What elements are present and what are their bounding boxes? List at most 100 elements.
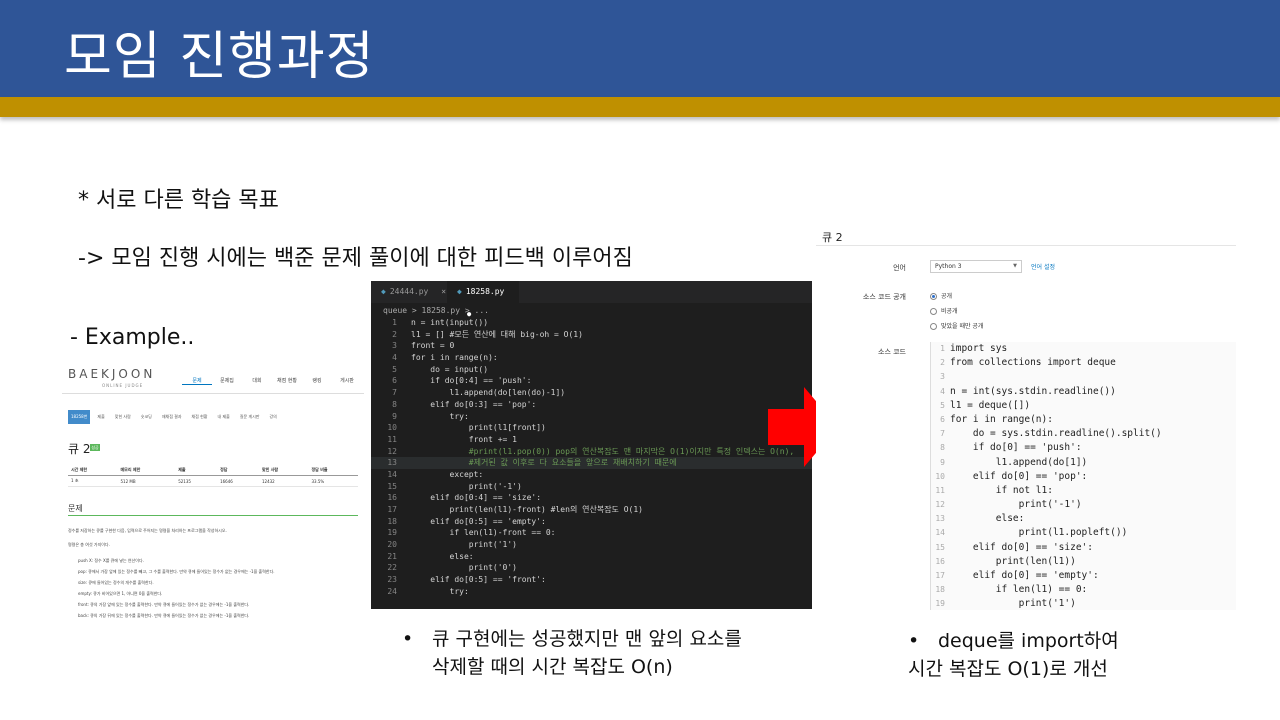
code-line[interactable]: 5 l1 = deque([]) [931,399,1236,413]
table-header: 제출 [175,465,218,476]
code-line[interactable]: 9 try: [371,411,812,423]
code-line[interactable]: 10 print(l1[front]) [371,422,812,434]
nav-item-workbook[interactable]: 문제집 [212,377,242,385]
code-line[interactable]: 18 elif do[0:5] == 'empty': [371,516,812,528]
tab-lecture[interactable]: 강의 [266,410,279,424]
code-line[interactable]: 17 elif do[0] == 'empty': [931,569,1236,583]
code-text: else: [950,513,1025,525]
code-line[interactable]: 11 front += 1 [371,434,812,446]
code-line[interactable]: 9 l1.append(do[1]) [931,456,1236,470]
nav-item-problems[interactable]: 문제 [182,377,212,385]
code-line[interactable]: 11 if not l1: [931,484,1236,498]
code-text: n = int(sys.stdin.readline()) [950,385,1116,397]
code-line[interactable]: 10 elif do[0] == 'pop': [931,470,1236,484]
code-line[interactable]: 6 for i in range(n): [931,413,1236,427]
visibility-public-radio[interactable]: 공개 [930,291,952,300]
code-line[interactable]: 1 import sys [931,342,1236,356]
code-line[interactable]: 16 print(len(l1)) [931,555,1236,569]
code-line[interactable]: 22 print('0') [371,562,812,574]
code-text: elif do[0] == 'size': [950,541,1093,553]
tab-shortcoding[interactable]: 숏코딩 [138,410,155,424]
line-number: 23 [387,575,397,585]
editor-code-area[interactable]: 1 n = int(input()) 2 l1 = [] #모든 연산에 대해 big… [371,317,812,598]
code-line[interactable]: 2 from collections import deque [931,356,1236,370]
code-line[interactable]: 7 do = sys.stdin.readline().split() [931,427,1236,441]
editor-tab-bar: ◆ 24444.py × ◆ 18258.py ● [371,281,812,318]
source-code-editor[interactable]: 1 import sys 2 from collections import dequ… [930,342,1236,610]
tab-qna[interactable]: 질문 게시판 [237,410,263,424]
language-select[interactable]: Python 3 ▼ [930,260,1022,273]
language-label: 언어 [893,264,906,272]
code-line[interactable]: 24 try: [371,586,812,598]
code-line[interactable]: 3 [931,370,1236,384]
code-text: do = sys.stdin.readline().split() [950,428,1162,440]
code-line[interactable]: 4 for i in range(n): [371,352,812,364]
code-line[interactable]: 21 else: [371,551,812,563]
editor-breadcrumb[interactable]: queue > 18258.py > ... [383,306,489,315]
table-cell: 512 MB [117,475,176,487]
tab-24444-py[interactable]: ◆ 24444.py × [371,281,447,303]
line-number: 24 [387,586,397,596]
language-settings-link[interactable]: 언어 설정 [1031,262,1055,271]
code-text: #제거된 값 이후로 다 요소들을 앞으로 재배치하기 때문에 [411,458,677,468]
line-number: 12 [935,500,945,510]
code-line[interactable]: 8 if do[0] == 'push': [931,441,1236,455]
baekjoon-problem-screenshot: BAEKJOON ONLINE JUDGE 문제 문제집 대회 채점 현황 랭킹… [62,355,364,627]
right-bullet-line2: 시간 복잡도 O(1)로 개선 [908,658,1108,680]
code-line[interactable]: 14 print(l1.popleft()) [931,526,1236,540]
code-line[interactable]: 6 if do[0:4] == 'push': [371,375,812,387]
code-line[interactable]: 3 front = 0 [371,340,812,352]
source-code-label: 소스 코드 [878,348,906,356]
code-line[interactable]: 7 l1.append(do[len(do)-1]) [371,387,812,399]
nav-item-ranking[interactable]: 랭킹 [302,377,332,385]
tab-status[interactable]: 채점 현황 [189,410,211,424]
code-line[interactable]: 14 except: [371,469,812,481]
line-number: 13 [935,514,945,524]
code-line[interactable]: 4 n = int(sys.stdin.readline()) [931,385,1236,399]
code-line[interactable]: 16 elif do[0:4] == 'size': [371,492,812,504]
code-text: print('-1') [411,481,522,491]
tab-problem-number[interactable]: 18258번 [68,410,91,424]
code-line[interactable]: 13 #제거된 값 이후로 다 요소들을 앞으로 재배치하기 때문에 [371,457,812,469]
code-line[interactable]: 15 print('-1') [371,481,812,493]
visibility-private-radio[interactable]: 비공개 [930,306,958,315]
code-line[interactable]: 15 elif do[0] == 'size': [931,541,1236,555]
problem-info-table: 시간 제한 메모리 제한 제출 정답 맞힌 사람 정답 비율 1 초 512 M… [68,465,358,487]
code-line[interactable]: 20 print('1') [371,539,812,551]
title-divider [816,245,1236,246]
tab-solved[interactable]: 맞힌 사람 [112,410,134,424]
nav-item-status[interactable]: 채점 현황 [272,377,302,385]
code-line[interactable]: 17 print(len(l1)-front) #len의 연산복잡도 O(1) [371,504,812,516]
tab-submit[interactable]: 제출 [94,410,107,424]
radio-label: 비공개 [941,308,958,315]
code-text: if len(l1)-front == 0: [411,528,556,538]
code-line[interactable]: 12 #print(l1.pop(0)) pop의 연산복잡도 맨 마지막은 O… [371,446,812,458]
code-line[interactable]: 5 do = input() [371,364,812,376]
line-number: 19 [935,599,945,609]
code-line[interactable]: 13 else: [931,512,1236,526]
nav-item-board[interactable]: 게시판 [332,377,362,385]
code-text: if len(l1) == 0: [950,584,1088,596]
code-line[interactable]: 12 print('-1') [931,498,1236,512]
nav-item-contest[interactable]: 대회 [242,377,272,385]
code-line[interactable]: 18 if len(l1) == 0: [931,583,1236,597]
list-item: back: 큐의 가장 뒤에 있는 정수를 출력한다. 만약 큐에 들어있는 정… [78,610,359,621]
code-line[interactable]: 19 print('1') [931,597,1236,610]
code-line[interactable]: 23 elif do[0:5] == 'front': [371,574,812,586]
code-text: from collections import deque [950,357,1116,369]
tab-rejudge[interactable]: 재채점 결과 [159,410,185,424]
bullet-dot: • [402,628,414,650]
code-line[interactable]: 8 elif do[0:3] == 'pop': [371,399,812,411]
code-line[interactable]: 1 n = int(input()) [371,317,812,329]
tab-18258-py[interactable]: ◆ 18258.py ● [447,281,519,318]
visibility-accepted-only-radio[interactable]: 맞았을 때만 공개 [930,321,983,330]
code-text: print(l1[front]) [411,423,546,433]
code-text: print('1') [411,540,517,550]
close-icon[interactable]: × [441,287,446,296]
tab-my-submit[interactable]: 내 제출 [215,410,233,424]
code-line[interactable]: 19 if len(l1)-front == 0: [371,527,812,539]
code-line[interactable]: 2 l1 = [] #모든 연산에 대해 big-oh = O(1) [371,329,812,341]
table-cell: 12432 [259,475,309,487]
radio-label: 공개 [941,293,953,300]
line-number: 4 [940,386,945,396]
